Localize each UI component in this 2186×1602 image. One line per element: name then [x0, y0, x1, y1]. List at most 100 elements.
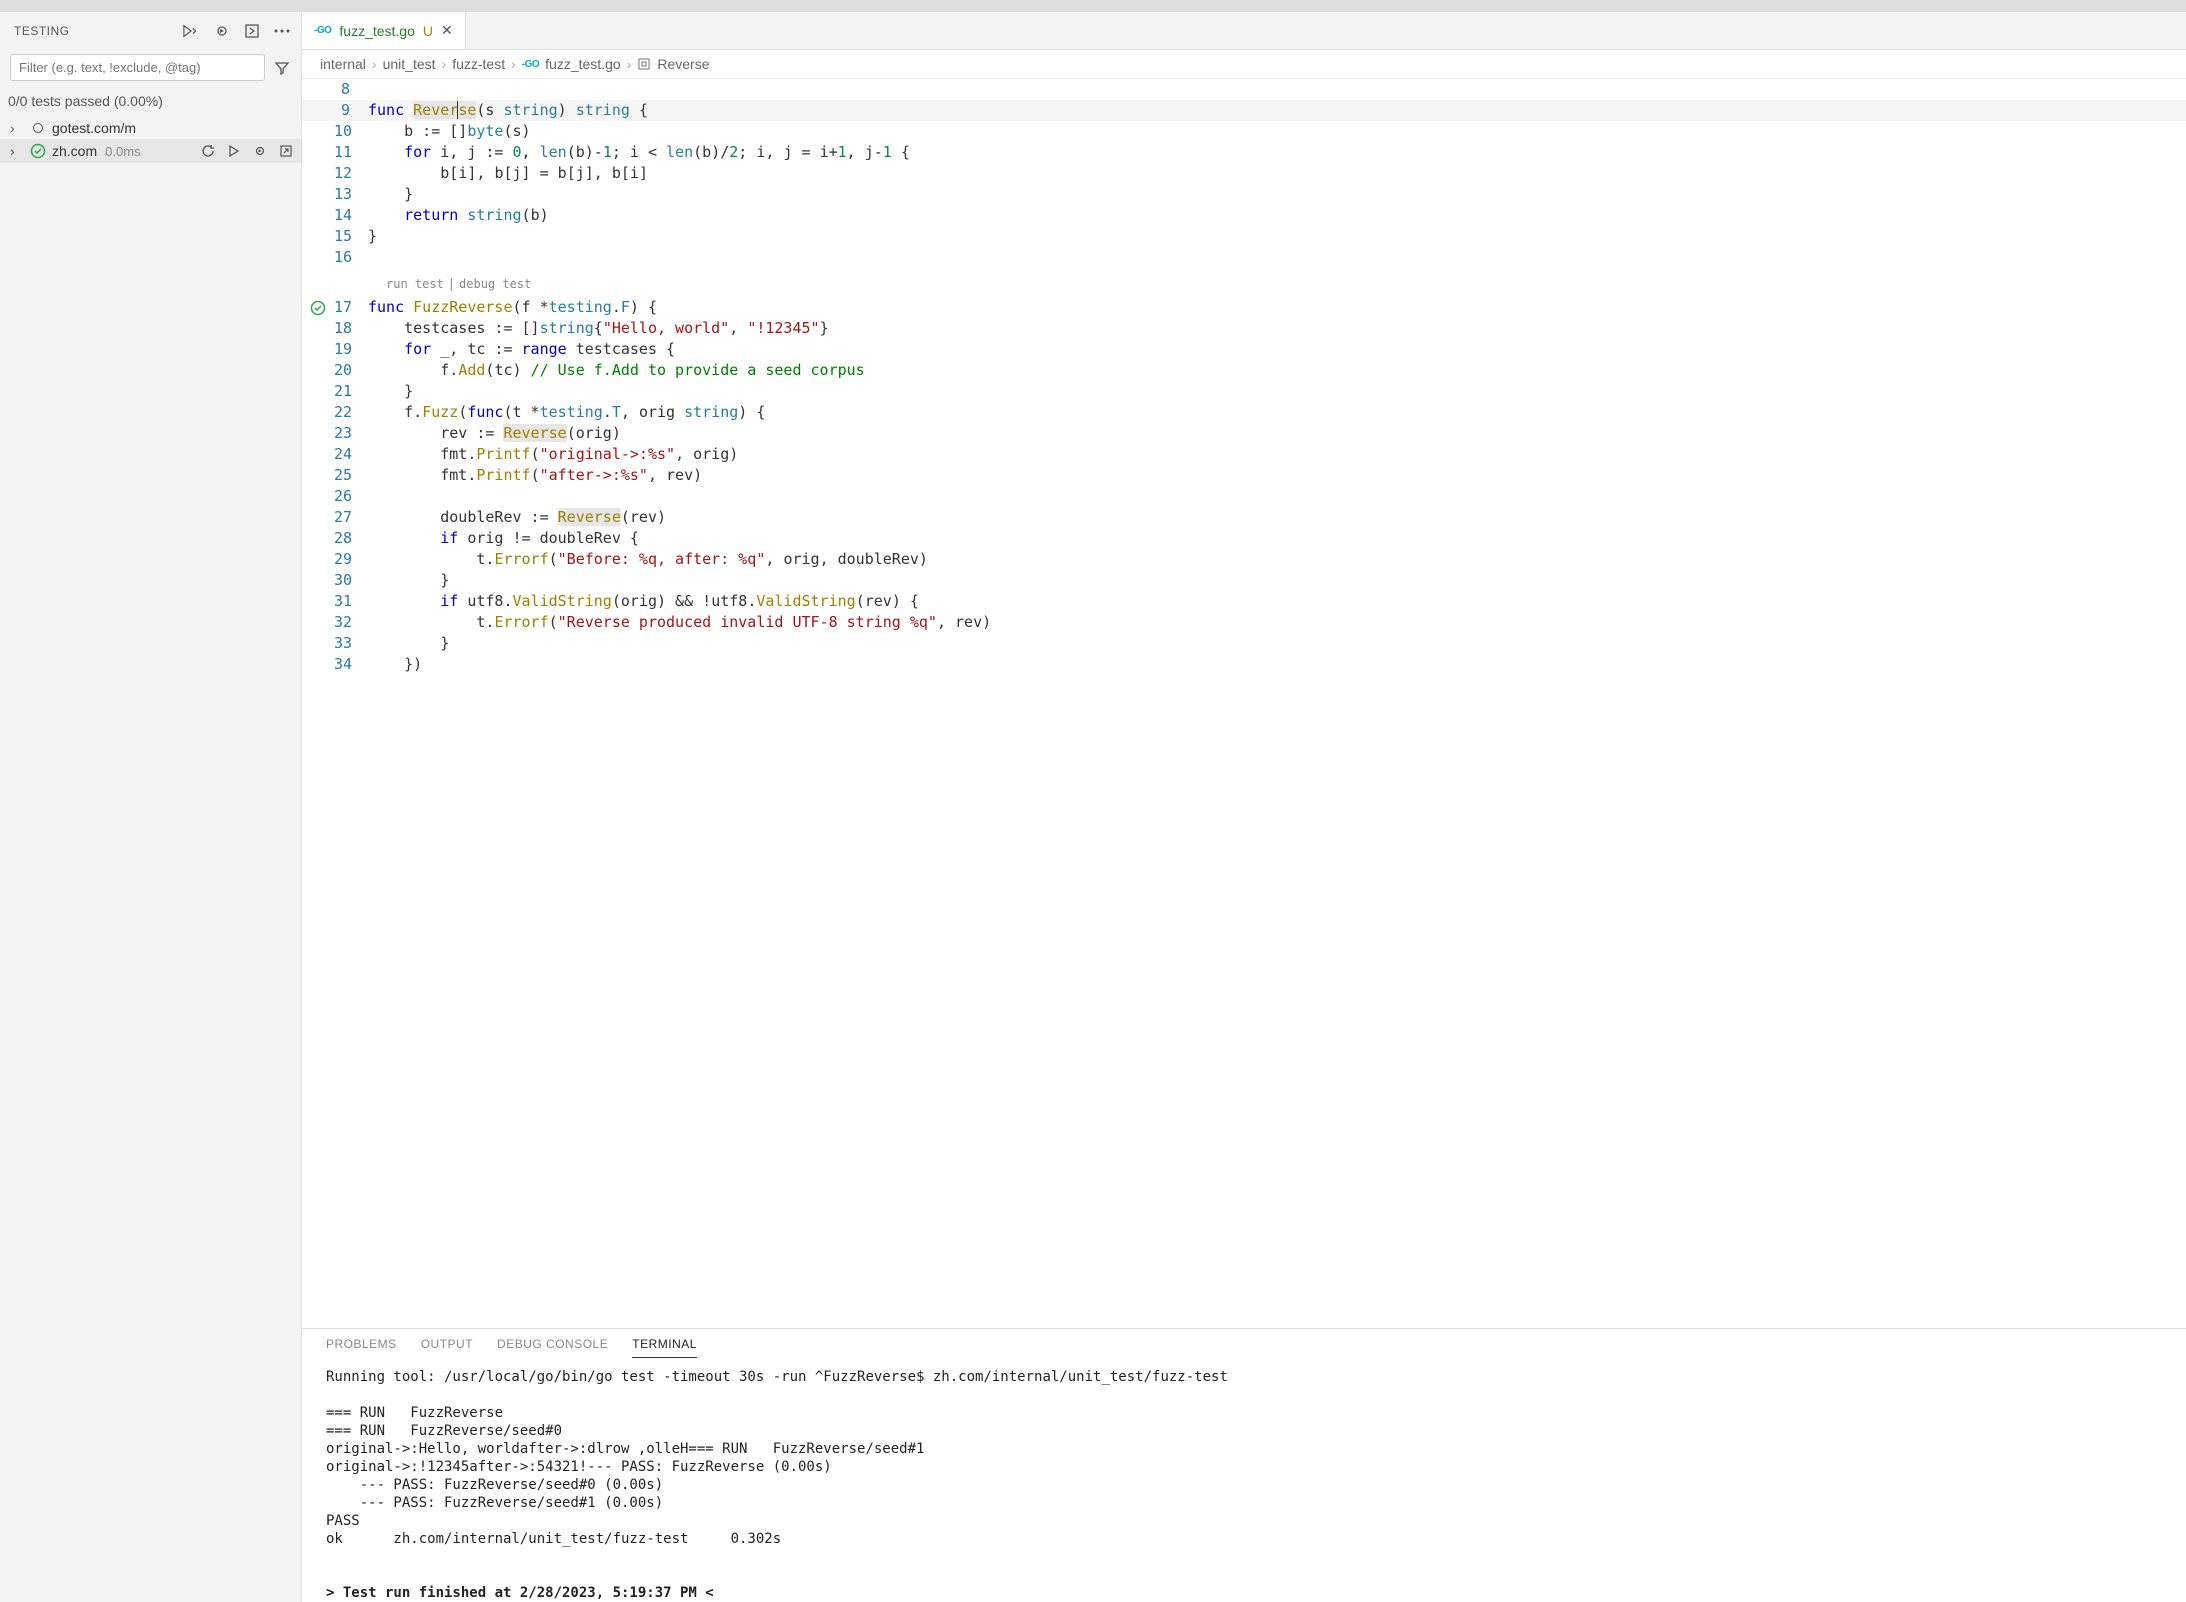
code-content[interactable]: }	[368, 226, 2186, 247]
code-line[interactable]: 28 if orig != doubleRev {	[302, 528, 2186, 549]
tab-problems[interactable]: PROBLEMS	[326, 1337, 397, 1358]
code-content[interactable]	[368, 486, 2186, 507]
code-line[interactable]: 23 rev := Reverse(orig)	[302, 423, 2186, 444]
test-pass-gutter-icon[interactable]	[302, 297, 334, 318]
gutter-marker	[302, 402, 334, 423]
more-actions-icon[interactable]	[273, 22, 291, 40]
code-content[interactable]: fmt.Printf("after->:%s", rev)	[368, 465, 2186, 486]
code-line[interactable]: 17func FuzzReverse(f *testing.F) {	[302, 297, 2186, 318]
code-content[interactable]: rev := Reverse(orig)	[368, 423, 2186, 444]
code-line[interactable]: 11 for i, j := 0, len(b)-1; i < len(b)/2…	[302, 142, 2186, 163]
code-content[interactable]: }	[368, 633, 2186, 654]
code-content[interactable]: func Reverse(s string) string {	[368, 100, 2186, 121]
codelens-debug[interactable]: debug test	[459, 277, 531, 291]
tree-item-label: zh.com	[52, 143, 97, 159]
code-line[interactable]: 31 if utf8.ValidString(orig) && !utf8.Va…	[302, 591, 2186, 612]
code-content[interactable]: if utf8.ValidString(orig) && !utf8.Valid…	[368, 591, 2186, 612]
show-output-icon[interactable]	[243, 22, 261, 40]
code-line[interactable]: 18 testcases := []string{"Hello, world",…	[302, 318, 2186, 339]
tab-terminal[interactable]: TERMINAL	[632, 1337, 697, 1358]
code-line[interactable]: 34 })	[302, 654, 2186, 675]
code-line[interactable]: 29 t.Errorf("Before: %q, after: %q", ori…	[302, 549, 2186, 570]
code-content[interactable]	[368, 79, 2186, 100]
filter-input[interactable]	[10, 54, 265, 81]
breadcrumb[interactable]: internal › unit_test › fuzz-test › -GO f…	[302, 50, 2186, 79]
tree-item-label: gotest.com/m	[52, 120, 136, 136]
chevron-right-icon[interactable]: ›	[10, 143, 24, 159]
code-line[interactable]: 10 b := []byte(s)	[302, 121, 2186, 142]
code-line[interactable]: 25 fmt.Printf("after->:%s", rev)	[302, 465, 2186, 486]
chevron-right-icon[interactable]: ›	[10, 120, 24, 136]
code-content[interactable]	[368, 247, 2186, 268]
codelens[interactable]: run test|debug test	[302, 274, 2186, 295]
code-content[interactable]: b[i], b[j] = b[j], b[i]	[368, 163, 2186, 184]
terminal-finished-line: > Test run finished at 2/28/2023, 5:19:3…	[326, 1584, 2162, 1602]
code-line[interactable]: 21 }	[302, 381, 2186, 402]
code-content[interactable]: for _, tc := range testcases {	[368, 339, 2186, 360]
code-content[interactable]: f.Add(tc) // Use f.Add to provide a seed…	[368, 360, 2186, 381]
code-line[interactable]: 14 return string(b)	[302, 205, 2186, 226]
gutter-marker	[302, 163, 334, 184]
code-content[interactable]: if orig != doubleRev {	[368, 528, 2186, 549]
close-icon[interactable]: ✕	[441, 22, 453, 39]
code-line[interactable]: 8	[302, 79, 2186, 100]
breadcrumb-symbol[interactable]: Reverse	[657, 56, 709, 72]
code-content[interactable]: }	[368, 381, 2186, 402]
goto-icon[interactable]	[277, 142, 295, 160]
line-number: 20	[334, 360, 368, 381]
code-content[interactable]: testcases := []string{"Hello, world", "!…	[368, 318, 2186, 339]
code-line[interactable]: 16	[302, 247, 2186, 268]
line-number: 27	[334, 507, 368, 528]
code-line[interactable]: 12 b[i], b[j] = b[j], b[i]	[302, 163, 2186, 184]
code-content[interactable]: })	[368, 654, 2186, 675]
code-line[interactable]: 26	[302, 486, 2186, 507]
code-line[interactable]: 20 f.Add(tc) // Use f.Add to provide a s…	[302, 360, 2186, 381]
breadcrumb-part[interactable]: fuzz_test.go	[545, 56, 621, 72]
code-line[interactable]: 32 t.Errorf("Reverse produced invalid UT…	[302, 612, 2186, 633]
run-tests-icon[interactable]	[183, 22, 201, 40]
code-line[interactable]: 9func Reverse(s string) string {	[302, 100, 2186, 121]
terminal-output[interactable]: Running tool: /usr/local/go/bin/go test …	[302, 1358, 2186, 1602]
filter-icon[interactable]	[273, 59, 291, 77]
code-line[interactable]: 19 for _, tc := range testcases {	[302, 339, 2186, 360]
debug-icon[interactable]	[251, 142, 269, 160]
code-line[interactable]: 33 }	[302, 633, 2186, 654]
code-content[interactable]: }	[368, 570, 2186, 591]
tab-fuzz-test-go[interactable]: -GO fuzz_test.go U ✕	[302, 12, 466, 49]
line-number: 21	[334, 381, 368, 402]
test-tree-item[interactable]: ›zh.com0.0ms	[0, 139, 301, 163]
codelens-run[interactable]: run test	[386, 277, 444, 291]
code-content[interactable]: doubleRev := Reverse(rev)	[368, 507, 2186, 528]
chevron-right-icon: ›	[627, 56, 632, 72]
code-content[interactable]: func FuzzReverse(f *testing.F) {	[368, 297, 2186, 318]
gutter-marker	[302, 121, 334, 142]
breadcrumb-part[interactable]: fuzz-test	[452, 56, 505, 72]
debug-tests-icon[interactable]	[213, 22, 231, 40]
test-tree-item[interactable]: › gotest.com/m	[0, 117, 301, 139]
code-content[interactable]: t.Errorf("Reverse produced invalid UTF-8…	[368, 612, 2186, 633]
code-content[interactable]: }	[368, 184, 2186, 205]
gutter-marker	[302, 360, 334, 381]
tab-output[interactable]: OUTPUT	[421, 1337, 473, 1358]
tab-debug-console[interactable]: DEBUG CONSOLE	[497, 1337, 608, 1358]
code-content[interactable]: b := []byte(s)	[368, 121, 2186, 142]
code-line[interactable]: 15}	[302, 226, 2186, 247]
breadcrumb-part[interactable]: unit_test	[383, 56, 436, 72]
gutter-marker	[302, 528, 334, 549]
code-line[interactable]: 30 }	[302, 570, 2186, 591]
code-content[interactable]: t.Errorf("Before: %q, after: %q", orig, …	[368, 549, 2186, 570]
code-editor[interactable]: 89func Reverse(s string) string {10 b :=…	[302, 79, 2186, 1328]
code-content[interactable]: f.Fuzz(func(t *testing.T, orig string) {	[368, 402, 2186, 423]
line-number: 30	[334, 570, 368, 591]
code-line[interactable]: 13 }	[302, 184, 2186, 205]
chevron-right-icon: ›	[372, 56, 377, 72]
code-content[interactable]: fmt.Printf("original->:%s", orig)	[368, 444, 2186, 465]
code-line[interactable]: 27 doubleRev := Reverse(rev)	[302, 507, 2186, 528]
code-line[interactable]: 24 fmt.Printf("original->:%s", orig)	[302, 444, 2186, 465]
run-icon[interactable]	[225, 142, 243, 160]
refresh-icon[interactable]	[199, 142, 217, 160]
code-line[interactable]: 22 f.Fuzz(func(t *testing.T, orig string…	[302, 402, 2186, 423]
breadcrumb-part[interactable]: internal	[320, 56, 366, 72]
code-content[interactable]: for i, j := 0, len(b)-1; i < len(b)/2; i…	[368, 142, 2186, 163]
code-content[interactable]: return string(b)	[368, 205, 2186, 226]
